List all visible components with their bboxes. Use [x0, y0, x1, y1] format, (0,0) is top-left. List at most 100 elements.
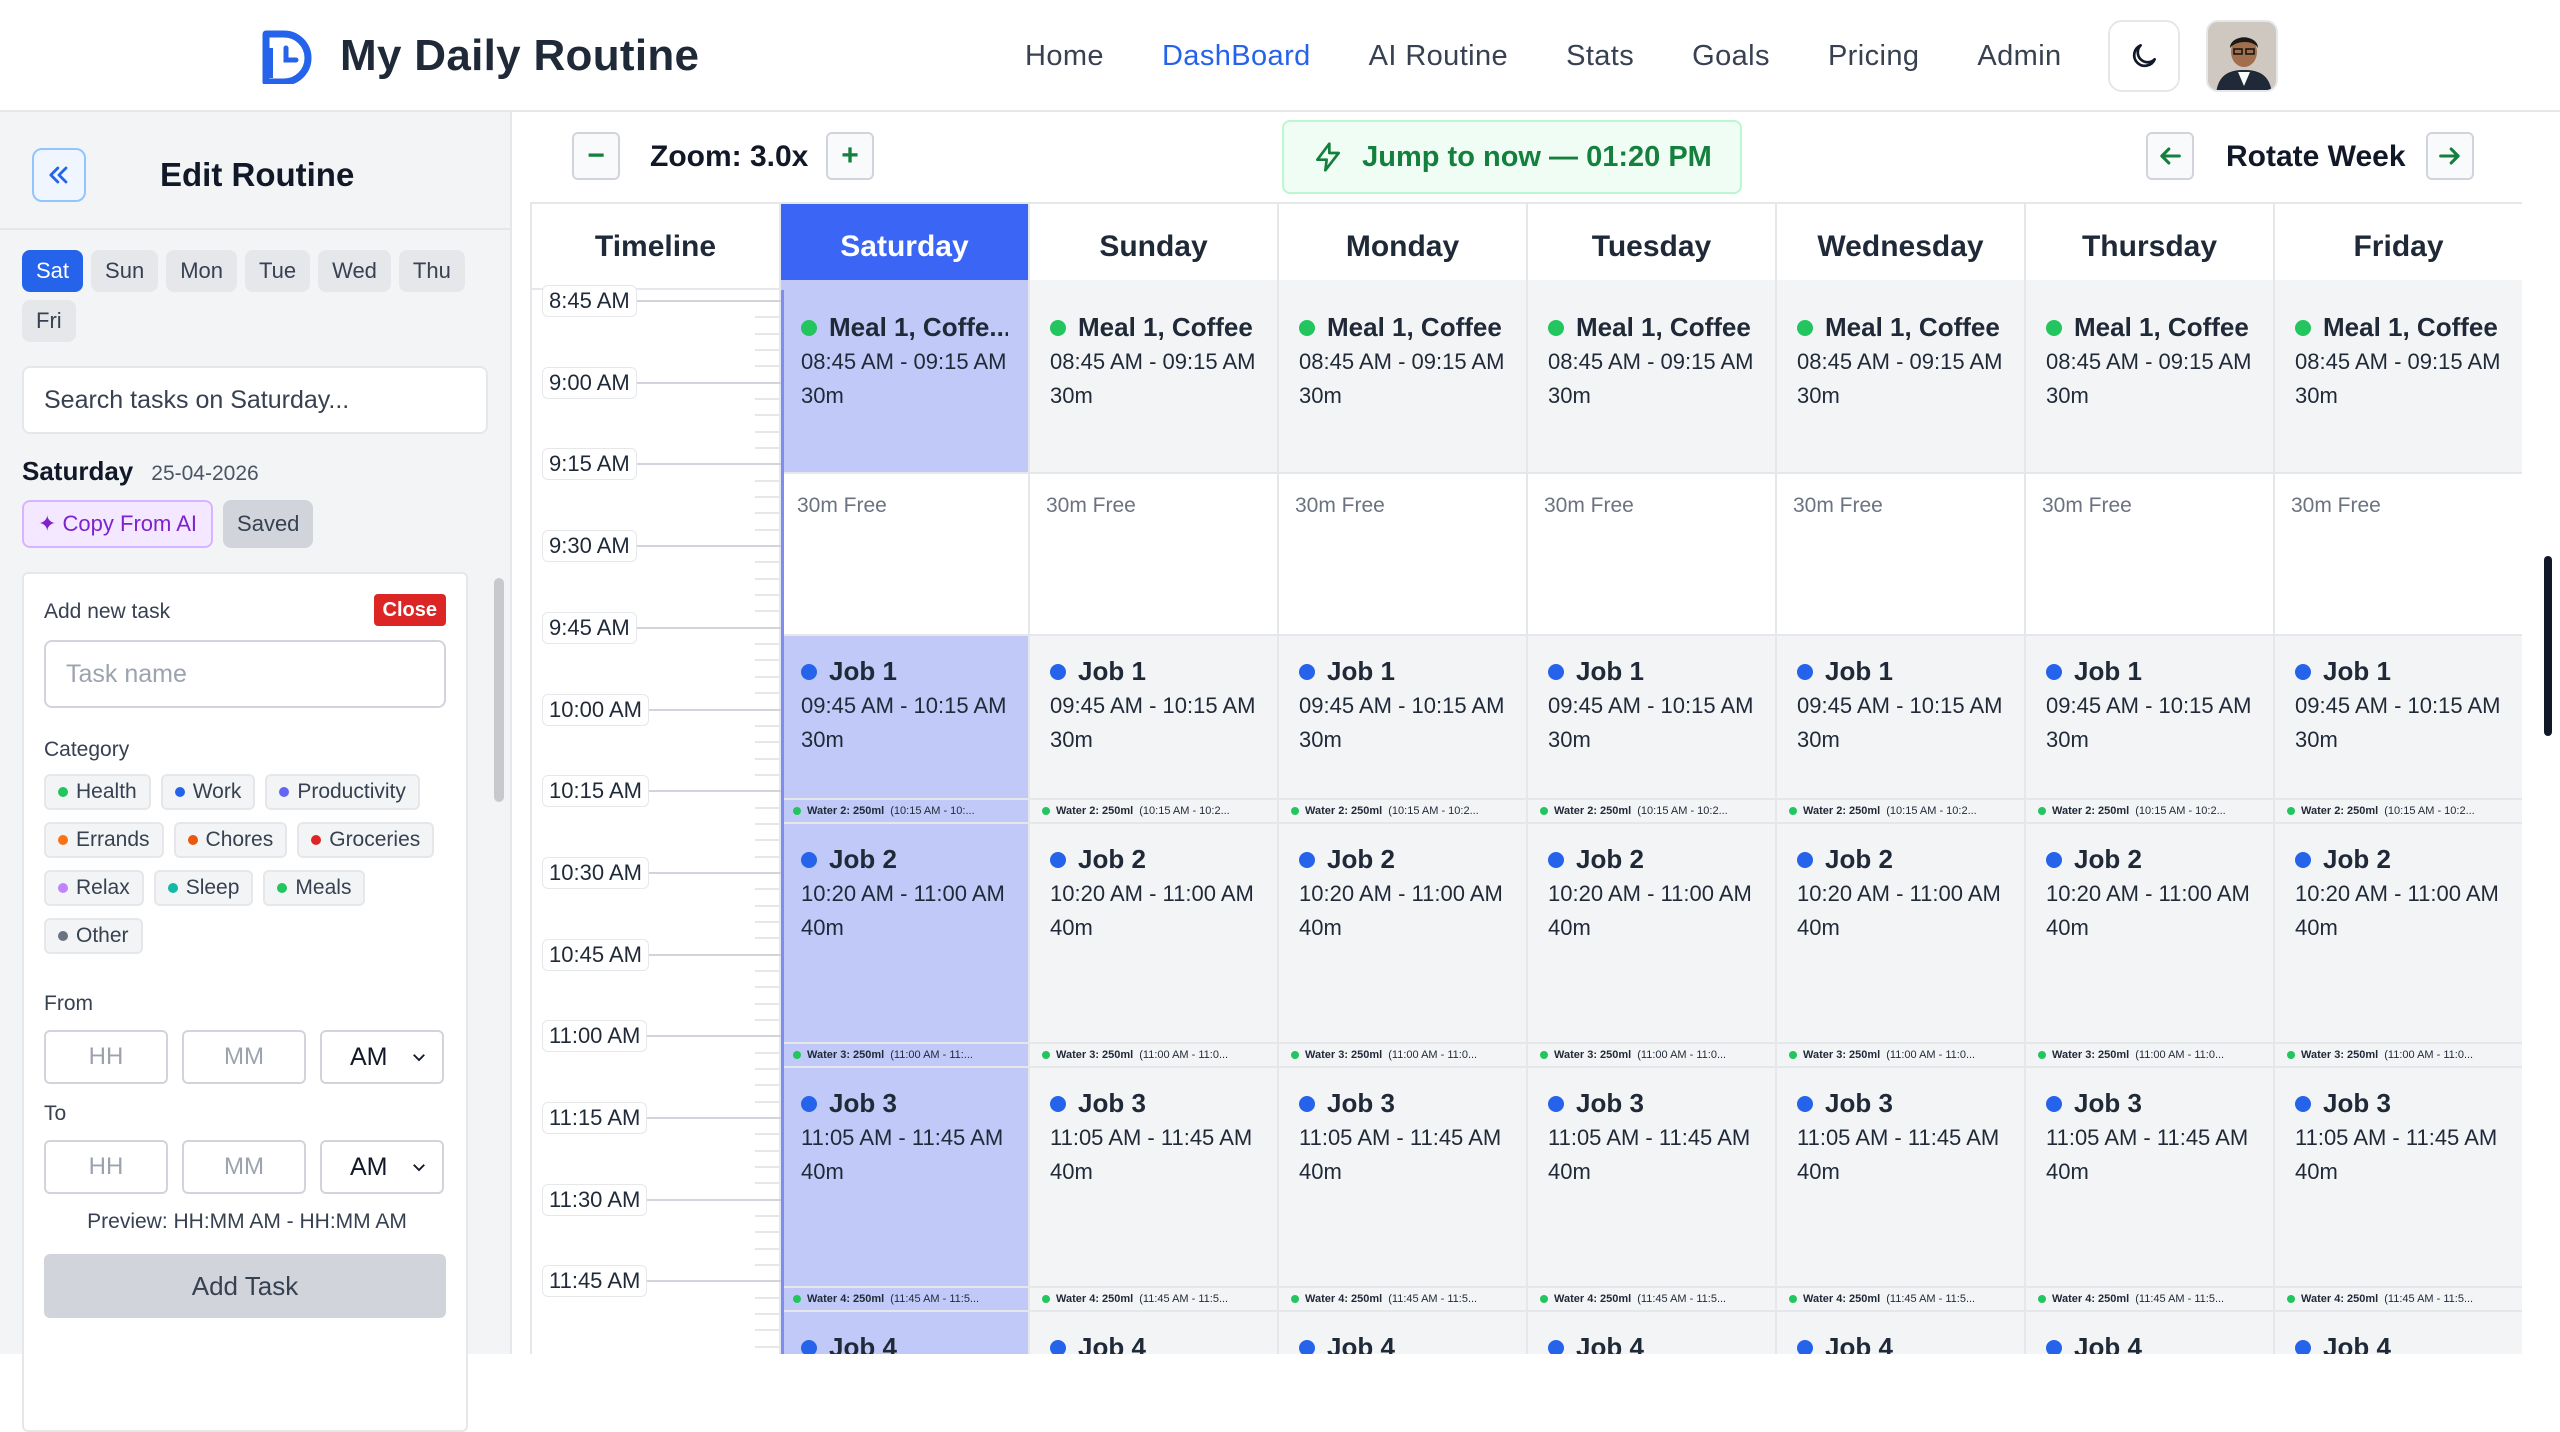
- day-header-friday[interactable]: Friday: [2275, 204, 2522, 290]
- day-chip-sun[interactable]: Sun: [91, 250, 159, 292]
- task-block[interactable]: Job 1 09:45 AM - 10:15 AM 30m: [1528, 636, 1775, 800]
- task-block[interactable]: Meal 1, Coffe... 08:45 AM - 09:15 AM 30m: [781, 280, 1028, 474]
- jump-to-now-button[interactable]: Jump to now — 01:20 PM: [1282, 120, 1742, 194]
- water-task-block[interactable]: Water 3: 250ml (11:00 AM - 11:...: [781, 1044, 1028, 1068]
- task-block[interactable]: Job 1 09:45 AM - 10:15 AM 30m: [781, 636, 1028, 800]
- day-header-tuesday[interactable]: Tuesday: [1528, 204, 1777, 290]
- saved-status-button[interactable]: Saved: [223, 500, 314, 548]
- day-chip-thu[interactable]: Thu: [398, 250, 465, 292]
- task-search-input[interactable]: Search tasks on Saturday...: [22, 366, 488, 434]
- task-block[interactable]: Job 4: [2275, 1312, 2522, 1354]
- task-block[interactable]: Meal 1, Coffee 1 08:45 AM - 09:15 AM 30m: [1279, 280, 1526, 474]
- category-productivity[interactable]: Productivity: [265, 774, 420, 810]
- task-block[interactable]: Job 2 10:20 AM - 11:00 AM 40m: [2026, 824, 2273, 1044]
- day-header-sunday[interactable]: Sunday: [1030, 204, 1279, 290]
- task-block[interactable]: Job 4: [781, 1312, 1028, 1354]
- water-task-block[interactable]: Water 2: 250ml (10:15 AM - 10:...: [781, 800, 1028, 824]
- day-header-monday[interactable]: Monday: [1279, 204, 1528, 290]
- category-meals[interactable]: Meals: [263, 870, 366, 906]
- to-ampm-select[interactable]: AM: [320, 1140, 444, 1194]
- add-task-button[interactable]: Add Task: [44, 1254, 446, 1318]
- water-task-block[interactable]: Water 3: 250ml (11:00 AM - 11:0...: [1030, 1044, 1277, 1068]
- task-block[interactable]: Job 3 11:05 AM - 11:45 AM 40m: [1030, 1068, 1277, 1288]
- water-task-block[interactable]: Water 4: 250ml (11:45 AM - 11:5...: [1528, 1288, 1775, 1312]
- water-task-block[interactable]: Water 4: 250ml (11:45 AM - 11:5...: [781, 1288, 1028, 1312]
- task-block[interactable]: Job 3 11:05 AM - 11:45 AM 40m: [1279, 1068, 1526, 1288]
- task-block[interactable]: Job 4: [1777, 1312, 2024, 1354]
- collapse-sidebar-button[interactable]: [32, 148, 86, 202]
- task-block[interactable]: Job 4: [2026, 1312, 2273, 1354]
- nav-link-goals[interactable]: Goals: [1692, 40, 1770, 73]
- task-block[interactable]: Job 2 10:20 AM - 11:00 AM 40m: [2275, 824, 2522, 1044]
- free-slot[interactable]: 30m Free: [1279, 474, 1526, 636]
- day-chip-wed[interactable]: Wed: [318, 250, 391, 292]
- task-block[interactable]: Meal 1, Coffee 1 08:45 AM - 09:15 AM 30m: [2026, 280, 2273, 474]
- task-block[interactable]: Job 1 09:45 AM - 10:15 AM 30m: [2026, 636, 2273, 800]
- task-block[interactable]: Job 1 09:45 AM - 10:15 AM 30m: [1279, 636, 1526, 800]
- task-block[interactable]: Job 2 10:20 AM - 11:00 AM 40m: [1777, 824, 2024, 1044]
- day-chip-tue[interactable]: Tue: [244, 250, 311, 292]
- task-block[interactable]: Job 2 10:20 AM - 11:00 AM 40m: [1528, 824, 1775, 1044]
- category-health[interactable]: Health: [44, 774, 151, 810]
- task-name-input[interactable]: Task name: [44, 640, 446, 708]
- nav-link-stats[interactable]: Stats: [1566, 40, 1634, 73]
- water-task-block[interactable]: Water 2: 250ml (10:15 AM - 10:2...: [1030, 800, 1277, 824]
- water-task-block[interactable]: Water 4: 250ml (11:45 AM - 11:5...: [1279, 1288, 1526, 1312]
- task-block[interactable]: Meal 1, Coffee 1 08:45 AM - 09:15 AM 30m: [1528, 280, 1775, 474]
- task-block[interactable]: Job 3 11:05 AM - 11:45 AM 40m: [2275, 1068, 2522, 1288]
- copy-from-ai-button[interactable]: ✦ Copy From AI: [22, 500, 214, 548]
- free-slot[interactable]: 30m Free: [2026, 474, 2273, 636]
- to-hour-input[interactable]: HH: [44, 1140, 168, 1194]
- task-block[interactable]: Job 2 10:20 AM - 11:00 AM 40m: [781, 824, 1028, 1044]
- category-work[interactable]: Work: [160, 774, 256, 810]
- category-other[interactable]: Other: [44, 918, 143, 954]
- task-block[interactable]: Job 1 09:45 AM - 10:15 AM 30m: [1030, 636, 1277, 800]
- water-task-block[interactable]: Water 4: 250ml (11:45 AM - 11:5...: [2275, 1288, 2522, 1312]
- task-block[interactable]: Job 3 11:05 AM - 11:45 AM 40m: [2026, 1068, 2273, 1288]
- close-form-button[interactable]: Close: [373, 594, 446, 626]
- water-task-block[interactable]: Water 2: 250ml (10:15 AM - 10:2...: [2275, 800, 2522, 824]
- task-block[interactable]: Meal 1, Coffee 1 08:45 AM - 09:15 AM 30m: [1777, 280, 2024, 474]
- day-chip-fri[interactable]: Fri: [22, 300, 76, 342]
- water-task-block[interactable]: Water 3: 250ml (11:00 AM - 11:0...: [2275, 1044, 2522, 1068]
- day-chip-sat[interactable]: Sat: [22, 250, 84, 292]
- nav-link-dashboard[interactable]: DashBoard: [1162, 40, 1311, 73]
- task-block[interactable]: Job 3 11:05 AM - 11:45 AM 40m: [1777, 1068, 2024, 1288]
- water-task-block[interactable]: Water 4: 250ml (11:45 AM - 11:5...: [1030, 1288, 1277, 1312]
- task-block[interactable]: Meal 1, Coffee 1 08:45 AM - 09:15 AM 30m: [1030, 280, 1277, 474]
- zoom-out-button[interactable]: −: [572, 132, 620, 180]
- task-block[interactable]: Meal 1, Coffee 1 08:45 AM - 09:15 AM 30m: [2275, 280, 2522, 474]
- category-relax[interactable]: Relax: [44, 870, 144, 906]
- category-errands[interactable]: Errands: [44, 822, 164, 858]
- category-groceries[interactable]: Groceries: [297, 822, 435, 858]
- water-task-block[interactable]: Water 2: 250ml (10:15 AM - 10:2...: [1777, 800, 2024, 824]
- rotate-week-back-button[interactable]: [2146, 132, 2194, 180]
- water-task-block[interactable]: Water 2: 250ml (10:15 AM - 10:2...: [1279, 800, 1526, 824]
- water-task-block[interactable]: Water 4: 250ml (11:45 AM - 11:5...: [2026, 1288, 2273, 1312]
- task-block[interactable]: Job 3 11:05 AM - 11:45 AM 40m: [781, 1068, 1028, 1288]
- free-slot[interactable]: 30m Free: [781, 474, 1028, 636]
- water-task-block[interactable]: Water 4: 250ml (11:45 AM - 11:5...: [1777, 1288, 2024, 1312]
- task-block[interactable]: Job 3 11:05 AM - 11:45 AM 40m: [1528, 1068, 1775, 1288]
- category-sleep[interactable]: Sleep: [153, 870, 254, 906]
- from-minute-input[interactable]: MM: [182, 1030, 306, 1084]
- dark-mode-toggle[interactable]: [2108, 20, 2180, 92]
- nav-link-ai-routine[interactable]: AI Routine: [1369, 40, 1508, 73]
- zoom-in-button[interactable]: +: [826, 132, 874, 180]
- day-chip-mon[interactable]: Mon: [166, 250, 237, 292]
- free-slot[interactable]: 30m Free: [1777, 474, 2024, 636]
- from-ampm-select[interactable]: AM: [320, 1030, 444, 1084]
- rotate-week-forward-button[interactable]: [2426, 132, 2474, 180]
- task-block[interactable]: Job 4: [1030, 1312, 1277, 1354]
- water-task-block[interactable]: Water 3: 250ml (11:00 AM - 11:0...: [1528, 1044, 1775, 1068]
- task-block[interactable]: Job 1 09:45 AM - 10:15 AM 30m: [2275, 636, 2522, 800]
- task-block[interactable]: Job 2 10:20 AM - 11:00 AM 40m: [1030, 824, 1277, 1044]
- task-block[interactable]: Job 2 10:20 AM - 11:00 AM 40m: [1279, 824, 1526, 1044]
- user-avatar[interactable]: [2206, 20, 2278, 92]
- task-block[interactable]: Job 1 09:45 AM - 10:15 AM 30m: [1777, 636, 2024, 800]
- page-scrollbar[interactable]: [2544, 556, 2552, 736]
- day-header-saturday[interactable]: Saturday: [781, 204, 1030, 290]
- task-block[interactable]: Job 4: [1279, 1312, 1526, 1354]
- sidebar-scrollbar[interactable]: [494, 578, 504, 802]
- free-slot[interactable]: 30m Free: [2275, 474, 2522, 636]
